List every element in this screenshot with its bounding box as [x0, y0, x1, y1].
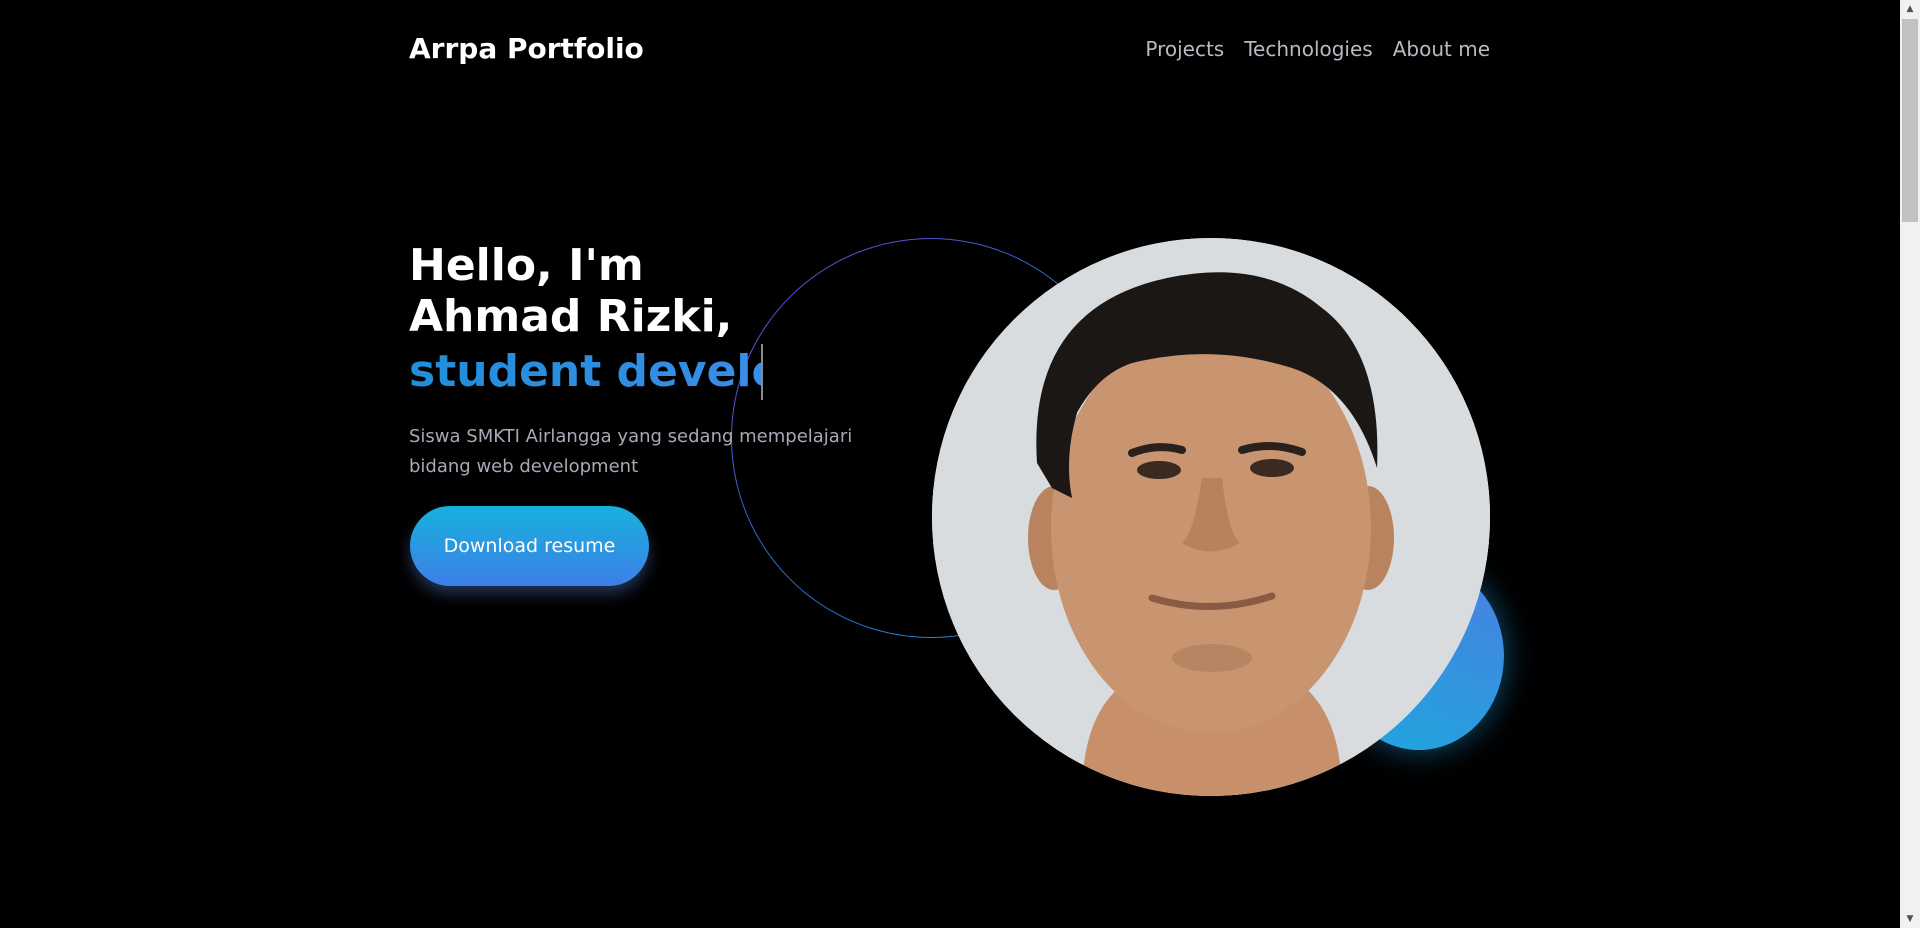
nav-link-about-me[interactable]: About me: [1393, 37, 1490, 61]
scrollbar-thumb[interactable]: [1902, 19, 1918, 222]
profile-photo-illustration: [932, 238, 1490, 796]
main-nav: Projects Technologies About me: [1145, 37, 1490, 61]
hero-title: Hello, I'm Ahmad Rizki,: [409, 240, 733, 342]
hero-description: Siswa SMKTI Airlangga yang sedang mempel…: [409, 426, 853, 477]
vertical-scrollbar[interactable]: ▲ ▼: [1900, 0, 1920, 928]
brand-logo[interactable]: Arrpa Portfolio: [409, 32, 644, 65]
download-resume-button[interactable]: Download resume: [410, 506, 649, 586]
nav-link-technologies[interactable]: Technologies: [1244, 37, 1372, 61]
scroll-down-arrow-icon[interactable]: ▼: [1900, 910, 1920, 928]
profile-photo: [932, 238, 1490, 796]
nav-link-projects[interactable]: Projects: [1145, 37, 1224, 61]
hero-role-typing: student developer: [409, 344, 763, 400]
scroll-up-arrow-icon[interactable]: ▲: [1900, 0, 1920, 18]
page: Arrpa Portfolio Projects Technologies Ab…: [0, 0, 1920, 928]
